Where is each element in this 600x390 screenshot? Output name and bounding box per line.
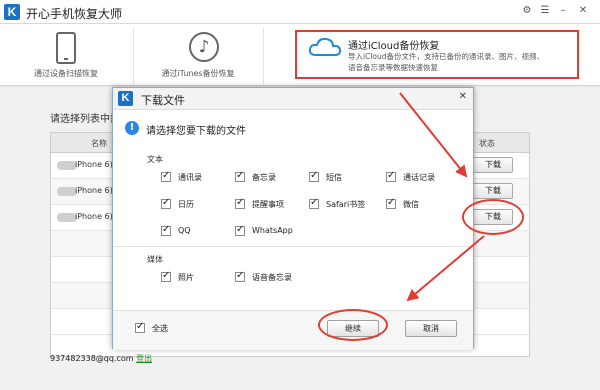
section-divider xyxy=(113,246,473,247)
close-icon[interactable]: ✕ xyxy=(576,4,590,18)
dialog-footer: 全选 继续 取消 xyxy=(113,310,473,350)
tab-label: 通过设备扫描恢复 xyxy=(34,69,98,78)
device-name: iPhone 6) xyxy=(75,186,113,195)
checkbox-label: 备忘录 xyxy=(252,173,276,182)
checkbox-label: 全选 xyxy=(152,324,168,333)
annotation-circle xyxy=(318,309,388,341)
tab-itunes-backup[interactable]: ♪ 通过iTunes备份恢复 xyxy=(134,24,262,86)
redacted-text xyxy=(57,161,77,170)
column-status: 状态 xyxy=(479,139,495,148)
music-note-icon: ♪ xyxy=(189,32,219,62)
checkbox[interactable] xyxy=(235,224,245,236)
account-email: 937482338@qq.com xyxy=(50,354,134,363)
checkbox-label: 日历 xyxy=(178,200,194,209)
checkbox-label: 语音备忘录 xyxy=(252,273,292,282)
settings-icon[interactable]: ⚙ xyxy=(520,4,534,18)
checkbox-label: 微信 xyxy=(403,200,419,209)
checkbox-label: 通话记录 xyxy=(403,173,435,182)
logout-link[interactable]: 登出 xyxy=(136,354,152,363)
annotation-highlight-box xyxy=(295,30,579,79)
app-title: 开心手机恢复大师 xyxy=(26,7,123,21)
phone-icon xyxy=(56,32,76,64)
cancel-button[interactable]: 取消 xyxy=(405,320,457,337)
section-label-text: 文本 xyxy=(147,155,163,164)
checkbox-label: Safari书签 xyxy=(326,200,366,209)
checkbox[interactable] xyxy=(161,224,171,236)
download-dialog: K 下载文件 ✕ ! 请选择您要下载的文件 文本 通讯录 备忘录 短信 通话记录… xyxy=(112,87,474,350)
title-bar: K 开心手机恢复大师 ⚙ ☰ – ✕ xyxy=(0,0,600,24)
checkbox-label: WhatsApp xyxy=(252,226,293,235)
dialog-title: 下载文件 xyxy=(141,94,185,107)
download-button[interactable]: 下载 xyxy=(473,183,513,199)
info-icon: ! xyxy=(125,121,139,135)
checkbox[interactable] xyxy=(386,170,396,182)
redacted-text xyxy=(57,213,77,222)
device-name: iPhone 6) xyxy=(75,160,113,169)
column-name: 名称 xyxy=(91,139,107,148)
app-logo: K xyxy=(4,4,20,20)
annotation-circle xyxy=(462,199,524,235)
checkbox-label: 短信 xyxy=(326,173,342,182)
tab-device-scan[interactable]: 通过设备扫描恢复 xyxy=(0,24,132,86)
checkbox-label: 通讯录 xyxy=(178,173,202,182)
checkbox[interactable] xyxy=(161,170,171,182)
checkbox[interactable] xyxy=(235,270,245,282)
device-name: iPhone 6) xyxy=(75,212,113,221)
download-button[interactable]: 下载 xyxy=(473,157,513,173)
checkbox[interactable] xyxy=(309,170,319,182)
checkbox[interactable] xyxy=(386,197,396,209)
dialog-title-bar: K 下载文件 ✕ xyxy=(113,88,473,110)
close-icon[interactable]: ✕ xyxy=(459,91,467,102)
select-prompt: 请选择列表中需 xyxy=(50,114,120,125)
tab-divider xyxy=(263,28,264,84)
checkbox[interactable] xyxy=(235,170,245,182)
checkbox-label: QQ xyxy=(178,226,191,235)
checkbox[interactable] xyxy=(161,197,171,209)
checkbox[interactable] xyxy=(135,321,145,333)
menu-icon[interactable]: ☰ xyxy=(538,4,552,18)
minimize-icon[interactable]: – xyxy=(556,4,570,18)
checkbox-label: 照片 xyxy=(178,273,194,282)
redacted-text xyxy=(57,187,77,196)
tab-label: 通过iTunes备份恢复 xyxy=(161,69,235,78)
app-logo: K xyxy=(118,91,133,106)
section-label-media: 媒体 xyxy=(147,255,163,264)
checkbox-label: 提醒事项 xyxy=(252,200,284,209)
checkbox[interactable] xyxy=(235,197,245,209)
checkbox[interactable] xyxy=(309,197,319,209)
dialog-prompt: 请选择您要下载的文件 xyxy=(146,126,246,137)
checkbox[interactable] xyxy=(161,270,171,282)
account-info: 937482338@qq.com 登出 xyxy=(50,353,152,364)
